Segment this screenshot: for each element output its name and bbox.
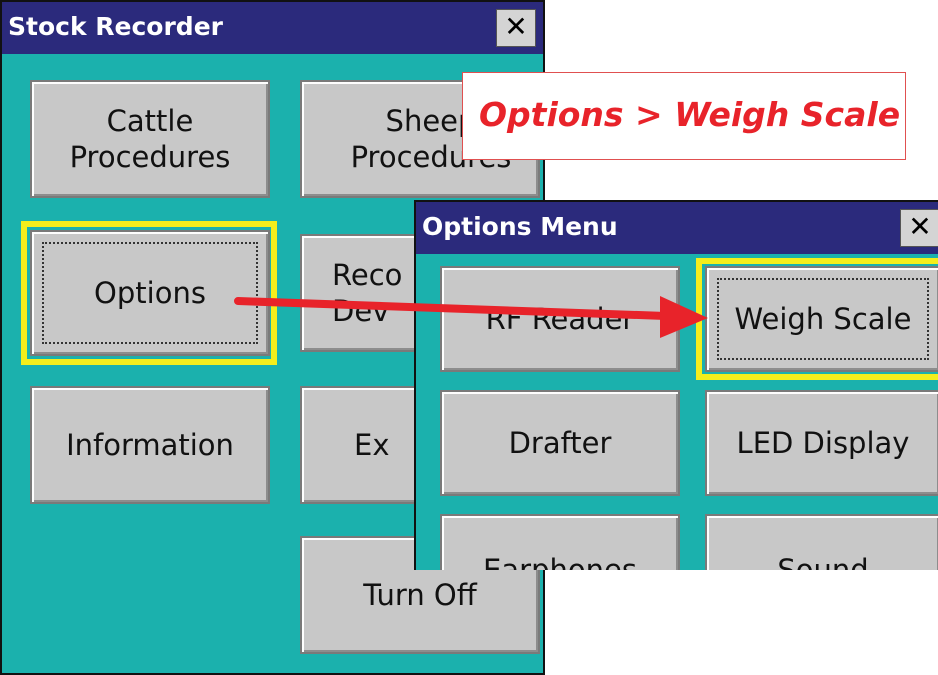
information-button[interactable]: Information [30, 386, 270, 504]
stock-recorder-titlebar: Stock Recorder ✕ [2, 2, 543, 54]
cattle-procedures-button[interactable]: Cattle Procedures [30, 80, 270, 198]
turn-off-label: Turn Off [363, 578, 477, 612]
options-button[interactable]: Options [30, 230, 270, 356]
rf-reader-label: RF Reader [485, 302, 635, 336]
rf-reader-button[interactable]: RF Reader [440, 266, 680, 372]
cattle-procedures-label: Cattle Procedures [69, 104, 231, 174]
record-devices-label: Reco Dev [332, 258, 403, 328]
close-icon[interactable]: ✕ [900, 209, 938, 247]
close-icon[interactable]: ✕ [496, 9, 536, 47]
options-menu-title: Options Menu [422, 212, 618, 241]
drafter-button[interactable]: Drafter [440, 390, 680, 496]
weigh-scale-label: Weigh Scale [734, 302, 912, 336]
options-menu-clip: Options Menu ✕ RF Reader Weigh Scale Dra… [414, 200, 938, 570]
earphones-label: Earphones [483, 553, 637, 570]
exit-label: Ex [354, 428, 390, 462]
drafter-label: Drafter [508, 426, 612, 460]
window-title: Stock Recorder [8, 12, 223, 41]
led-display-label: LED Display [736, 426, 910, 460]
led-display-button[interactable]: LED Display [705, 390, 938, 496]
sound-button[interactable]: Sound [705, 514, 938, 570]
earphones-button[interactable]: Earphones [440, 514, 680, 570]
breadcrumb-callout-text: Options > Weigh Scale [479, 95, 901, 134]
sound-label: Sound [777, 553, 869, 570]
weigh-scale-button[interactable]: Weigh Scale [705, 266, 938, 372]
options-menu-window: Options Menu ✕ RF Reader Weigh Scale Dra… [414, 200, 938, 570]
information-label: Information [66, 428, 234, 462]
breadcrumb-callout: Options > Weigh Scale [462, 72, 906, 160]
options-menu-titlebar: Options Menu ✕ [416, 202, 938, 254]
options-label: Options [94, 276, 206, 310]
